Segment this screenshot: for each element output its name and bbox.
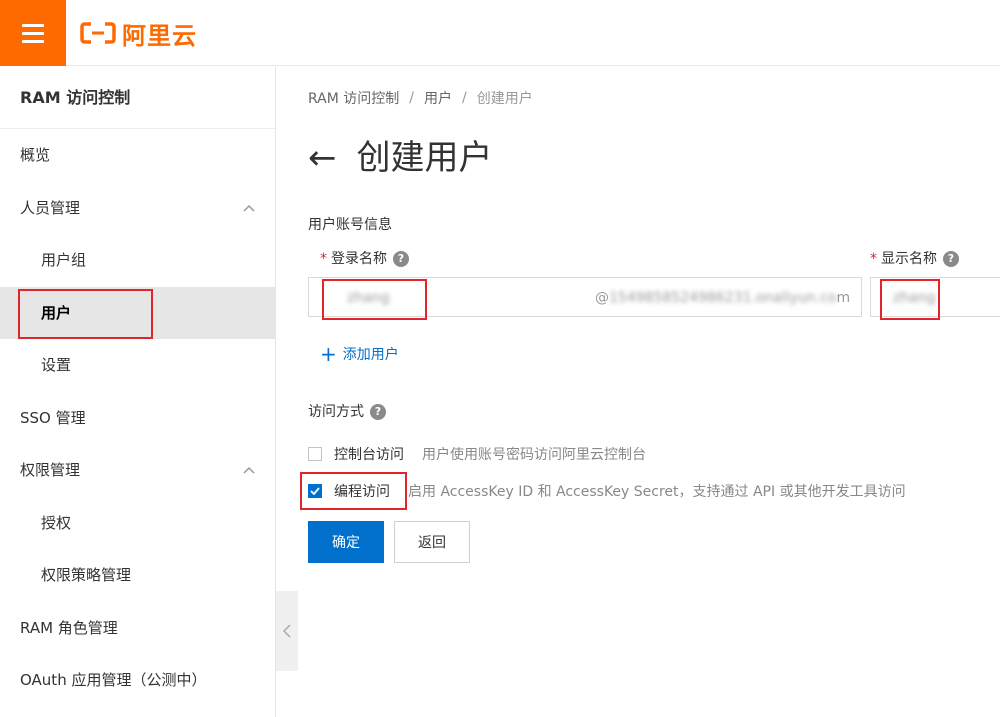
hamburger-icon-line — [22, 31, 44, 35]
sidebar-item-label: SSO 管理 — [20, 408, 86, 427]
help-icon[interactable]: ? — [370, 404, 386, 420]
login-name-label-text: 登录名称 — [331, 251, 387, 267]
breadcrumb: RAM 访问控制 / 用户 / 创建用户 — [308, 88, 533, 108]
hamburger-menu-button[interactable] — [0, 0, 66, 66]
sidebar-item-label: 设置 — [41, 356, 72, 374]
sidebar-item-oauth-apps[interactable]: OAuth 应用管理（公测中） — [0, 654, 275, 707]
chevron-up-icon[interactable] — [243, 203, 255, 215]
sidebar-item-label: RAM 角色管理 — [20, 618, 118, 637]
checkmark-icon — [310, 487, 320, 495]
sidebar-item-label: 权限策略管理 — [41, 566, 132, 584]
sidebar-collapse-button[interactable] — [276, 591, 298, 671]
hamburger-icon-line — [22, 23, 44, 27]
display-name-value: zhang — [893, 290, 936, 306]
display-name-label-text: 显示名称 — [881, 251, 937, 267]
sidebar-item-label: 授权 — [41, 513, 72, 532]
breadcrumb-users[interactable]: 用户 — [424, 88, 452, 108]
programmatic-access-checkbox[interactable] — [308, 484, 322, 498]
sidebar-item-settings[interactable]: 设置 — [0, 339, 275, 392]
sidebar-item-label: 用户 — [41, 303, 72, 322]
suffix-at: @ — [595, 290, 609, 306]
help-icon[interactable]: ? — [943, 251, 959, 267]
login-name-input[interactable]: zhang @1549858524986231.onaliyun.com — [308, 277, 862, 317]
back-button[interactable]: 返回 — [394, 521, 470, 563]
suffix-tail: m — [836, 290, 851, 306]
sidebar-item-label: 概览 — [20, 146, 51, 164]
aliyun-logo[interactable]: 阿里云 — [80, 18, 197, 50]
sidebar-item-permissions[interactable]: 权限管理 — [0, 444, 275, 497]
login-name-label: * 登录名称? — [320, 248, 409, 268]
page-title: ← 创建用户 — [308, 136, 493, 180]
console-access-option[interactable]: 控制台访问 用户使用账号密码访问阿里云控制台 — [308, 444, 646, 464]
sidebar-item-policies[interactable]: 权限策略管理 — [0, 549, 275, 602]
plus-icon: + — [320, 342, 337, 366]
hamburger-icon-line — [22, 39, 44, 43]
sidebar: RAM 访问控制 概览 人员管理 用户组 用户 设置 SSO 管理 权限管理 授… — [0, 67, 276, 717]
brand-name: 阿里云 — [122, 21, 197, 50]
console-access-desc: 用户使用账号密码访问阿里云控制台 — [422, 447, 646, 463]
programmatic-access-desc: 启用 AccessKey ID 和 AccessKey Secret，支持通过 … — [408, 484, 906, 500]
sidebar-item-users[interactable]: 用户 — [0, 286, 275, 339]
sidebar-item-grants[interactable]: 授权 — [0, 497, 275, 550]
sidebar-item-label: 人员管理 — [20, 198, 81, 217]
section-access-mode: 访问方式? — [308, 401, 386, 421]
display-name-label: * 显示名称? — [870, 248, 959, 268]
required-mark: * — [870, 251, 877, 267]
breadcrumb-separator: / — [462, 90, 467, 106]
required-mark: * — [320, 251, 327, 267]
arrow-left-icon[interactable]: ← — [308, 136, 337, 180]
confirm-button[interactable]: 确定 — [308, 521, 384, 563]
login-name-value: zhang — [347, 290, 390, 306]
breadcrumb-separator: / — [409, 90, 414, 106]
aliyun-logo-icon — [80, 22, 116, 44]
login-name-suffix: @1549858524986231.onaliyun.com — [595, 290, 850, 306]
sidebar-item-identities[interactable]: 人员管理 — [0, 182, 275, 235]
help-icon[interactable]: ? — [393, 251, 409, 267]
top-bar: 阿里云 — [0, 0, 1000, 66]
sidebar-item-label: 用户组 — [41, 251, 87, 269]
add-user-label: 添加用户 — [342, 347, 399, 363]
page-title-text: 创建用户 — [356, 138, 493, 178]
display-name-input[interactable]: zhang — [870, 277, 1000, 317]
sidebar-item-label: OAuth 应用管理（公测中） — [20, 671, 207, 689]
sidebar-item-overview[interactable]: 概览 — [0, 129, 275, 182]
suffix-domain: 1549858524986231.onaliyun.co — [609, 290, 837, 306]
chevron-up-icon[interactable] — [243, 465, 255, 477]
access-mode-label: 访问方式 — [308, 404, 364, 420]
console-access-label[interactable]: 控制台访问 — [334, 444, 404, 464]
breadcrumb-root[interactable]: RAM 访问控制 — [308, 88, 399, 108]
section-account-info: 用户账号信息 — [308, 217, 392, 233]
add-user-link[interactable]: + 添加用户 — [320, 344, 399, 364]
sidebar-item-groups[interactable]: 用户组 — [0, 234, 275, 287]
console-access-checkbox[interactable] — [308, 447, 322, 461]
programmatic-access-label[interactable]: 编程访问 — [334, 481, 390, 501]
programmatic-access-option[interactable]: 编程访问 启用 AccessKey ID 和 AccessKey Secret，… — [308, 481, 906, 501]
chevron-left-icon — [282, 624, 291, 638]
sidebar-title: RAM 访问控制 — [0, 67, 275, 129]
sidebar-item-ram-roles[interactable]: RAM 角色管理 — [0, 602, 275, 655]
sidebar-item-sso[interactable]: SSO 管理 — [0, 392, 275, 445]
sidebar-item-label: 权限管理 — [20, 461, 81, 479]
breadcrumb-current: 创建用户 — [476, 91, 533, 107]
